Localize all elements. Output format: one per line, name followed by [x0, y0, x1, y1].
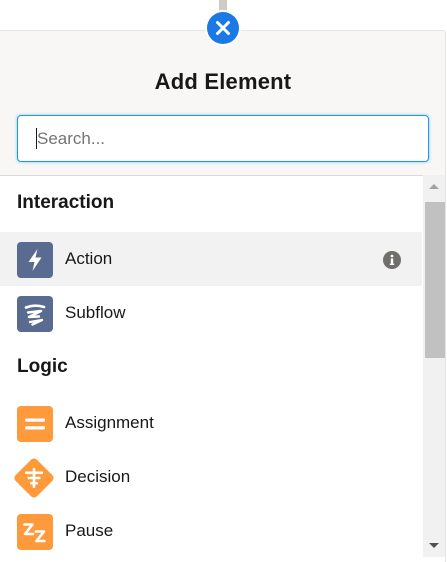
lightning-bolt-icon [28, 249, 42, 271]
item-label-action: Action [65, 249, 113, 268]
scroll-down-arrow-icon[interactable] [423, 537, 445, 555]
item-label-pause: Pause [65, 521, 114, 540]
element-list: Interaction Action Subflow Logic Assignm… [0, 176, 445, 562]
subflow-icon-tile [17, 296, 53, 332]
add-element-panel: Add Element Interaction Action [0, 30, 446, 562]
search-input[interactable] [17, 115, 429, 162]
item-label-decision: Decision [65, 467, 131, 486]
list-item-decision[interactable]: Decision [0, 450, 422, 504]
text-caret [36, 128, 37, 149]
close-button-circle [207, 12, 239, 44]
panel-header: Add Element [0, 31, 445, 176]
panel-title: Add Element [154, 69, 292, 94]
list-item-subflow[interactable]: Subflow [0, 286, 422, 340]
list-scrollbar[interactable] [423, 175, 445, 557]
pause-icon-tile [17, 514, 53, 550]
item-label-subflow: Subflow [65, 303, 126, 322]
action-icon-tile [17, 242, 53, 278]
close-icon [216, 21, 230, 35]
list-item-pause[interactable]: Pause [0, 504, 422, 558]
item-label-assignment: Assignment [65, 413, 154, 432]
pause-zz-icon [23, 523, 46, 543]
assignment-icon-tile [17, 406, 53, 442]
info-icon[interactable] [382, 250, 402, 270]
section-heading-logic: Logic [17, 356, 68, 377]
scrollbar-thumb[interactable] [425, 202, 445, 358]
decision-icon [14, 458, 54, 498]
scroll-up-arrow-icon[interactable] [423, 177, 445, 195]
close-button[interactable] [205, 10, 241, 46]
assignment-icon [25, 418, 45, 430]
section-heading-interaction: Interaction [17, 192, 115, 213]
flow-builder-canvas: Add Element Interaction Action [0, 0, 447, 562]
list-item-action[interactable]: Action [0, 232, 422, 286]
list-item-assignment[interactable]: Assignment [0, 396, 422, 450]
subflow-icon [24, 304, 46, 326]
